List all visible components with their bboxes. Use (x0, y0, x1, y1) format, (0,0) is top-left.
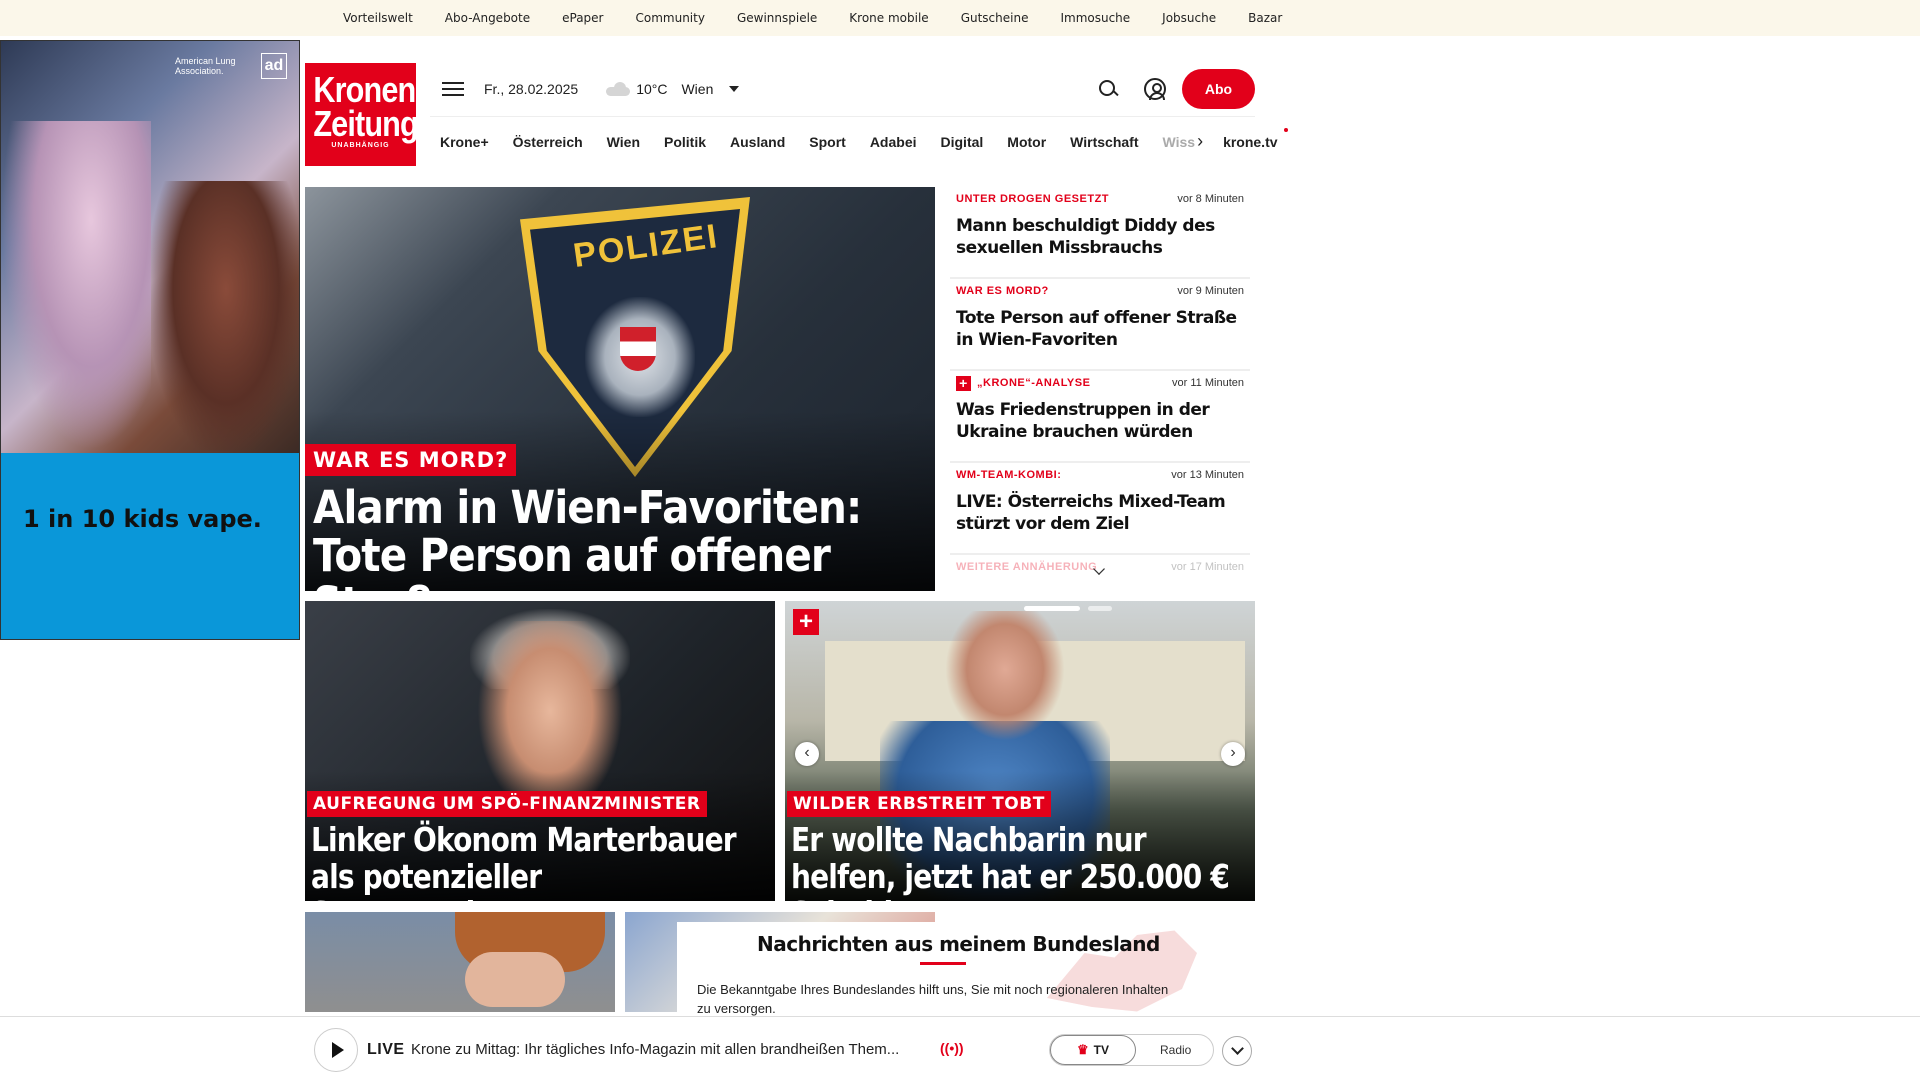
ticker-time: vor 9 Minuten (1177, 285, 1244, 297)
krone-plus-icon: + (793, 609, 819, 635)
nav-item-sport[interactable]: Sport (809, 134, 846, 150)
ticker-kicker: „KRONE“-ANALYSE (977, 377, 1091, 389)
tv-option[interactable]: ♛ TV (1050, 1035, 1136, 1065)
nav-scroll-right-icon[interactable]: › (1197, 131, 1203, 152)
bundesland-title: Nachrichten aus meinem Bundesland (757, 932, 1160, 956)
thumb-photo-hand (465, 952, 565, 1007)
ticker-item[interactable]: WAR ES MORD? vor 9 Minuten Tote Person au… (950, 279, 1250, 371)
article-card-carousel[interactable]: + ‹ › WILDER ERBSTREIT TOBT Er wollte Na… (785, 601, 1255, 901)
user-account-icon[interactable] (1144, 78, 1166, 100)
ticker-headline[interactable]: Mann beschuldigt Diddy des sexuellen Mis… (956, 215, 1244, 259)
tv-label: TV (1093, 1043, 1109, 1057)
kronen-zeitung-logo[interactable]: Kronen Zeitung UNABHÄNGIG (305, 63, 419, 166)
topbar-link-epaper[interactable]: ePaper (562, 11, 603, 25)
card-kicker: AUFREGUNG UM SPÖ-FINANZMINISTER (307, 791, 707, 817)
ticker-kicker: WAR ES MORD? (956, 285, 1049, 297)
krone-plus-icon: + (956, 375, 971, 391)
hero-kicker: WAR ES MORD? (305, 444, 517, 476)
nav-item-adabei[interactable]: Adabei (870, 134, 917, 150)
ad-photo (1, 41, 299, 453)
ad-banner[interactable]: American Lung Association. ad 1 in 10 ki… (0, 40, 300, 640)
ticker-time: vor 17 Minuten (1171, 561, 1244, 573)
cloud-icon (606, 82, 631, 96)
search-icon[interactable] (1098, 79, 1118, 99)
city-selector[interactable]: Wien (681, 81, 713, 97)
ticker-headline[interactable]: LIVE: Österreichs Mixed-Team stürzt vor … (956, 491, 1244, 535)
nav-item-motor[interactable]: Motor (1007, 134, 1046, 150)
expand-player-button[interactable] (1222, 1036, 1252, 1066)
nav-item-krone-plus[interactable]: Krone+ (440, 134, 489, 150)
card-photo-face (945, 611, 1065, 741)
topbar-link-krone-mobile[interactable]: Krone mobile (849, 11, 928, 25)
article-card[interactable]: AUFREGUNG UM SPÖ-FINANZMINISTER Linker Ö… (305, 601, 775, 901)
ticker-item[interactable]: + „KRONE“-ANALYSE vor 11 Minuten Was Fried… (950, 371, 1250, 463)
main-navigation: Krone+ Österreich Wien Politik Ausland S… (430, 116, 1289, 166)
topbar-link-abo-angebote[interactable]: Abo-Angebote (445, 11, 530, 25)
card-headline[interactable]: Er wollte Nachbarin nur helfen, jetzt ha… (791, 821, 1233, 901)
nav-item-wirtschaft[interactable]: Wirtschaft (1070, 134, 1138, 150)
header-actions: Abo (1098, 69, 1255, 109)
top-links-bar: Vorteilswelt Abo-Angebote ePaper Communi… (0, 0, 1920, 36)
ad-person-left (1, 121, 151, 451)
ticker-item[interactable]: UNTER DROGEN GESETZT vor 8 Minuten Mann b… (950, 187, 1250, 279)
chevron-down-icon[interactable] (729, 86, 740, 92)
nav-item-oesterreich[interactable]: Österreich (513, 134, 583, 150)
abo-button[interactable]: Abo (1182, 69, 1255, 109)
ad-headline: 1 in 10 kids vape. (23, 505, 262, 533)
article-thumbnail[interactable] (305, 912, 615, 1012)
ad-message-panel: 1 in 10 kids vape. (1, 453, 299, 639)
ticker-time: vor 13 Minuten (1171, 469, 1244, 481)
nav-item-krone-tv[interactable]: krone.tv (1223, 127, 1289, 150)
temperature: 10°C (636, 81, 668, 97)
current-date: Fr., 28.02.2025 (484, 81, 579, 97)
radio-option[interactable]: Radio (1160, 1043, 1191, 1057)
live-stream-title[interactable]: Krone zu Mittag: Ihr tägliches Info-Maga… (411, 1041, 929, 1058)
austria-shield-icon (620, 327, 656, 371)
nav-item-ausland[interactable]: Ausland (730, 134, 785, 150)
topbar-link-immosuche[interactable]: Immosuche (1060, 11, 1130, 25)
topbar-link-gewinnspiele[interactable]: Gewinnspiele (737, 11, 817, 25)
nav-item-wien[interactable]: Wien (607, 134, 640, 150)
carousel-indicator[interactable] (1088, 606, 1112, 611)
live-label: LIVE (367, 1041, 405, 1058)
news-ticker: UNTER DROGEN GESETZT vor 8 Minuten Mann b… (950, 187, 1250, 573)
card-kicker: WILDER ERBSTREIT TOBT (787, 791, 1051, 817)
ad-person-right (151, 181, 299, 451)
play-button[interactable] (314, 1028, 358, 1072)
topbar-link-jobsuche[interactable]: Jobsuche (1162, 11, 1216, 25)
bundesland-description: Die Bekanntgabe Ihres Bundeslandes hilft… (697, 982, 1169, 1016)
ticker-kicker: UNTER DROGEN GESETZT (956, 193, 1110, 205)
live-player-bar: LIVE Krone zu Mittag: Ihr tägliches Info… (0, 1016, 1920, 1080)
ticker-headline[interactable]: Tote Person auf offener Straße in Wien-F… (956, 307, 1244, 351)
header-bar: Fr., 28.02.2025 10°C Wien Abo (430, 66, 1255, 112)
topbar-link-gutscheine[interactable]: Gutscheine (961, 11, 1029, 25)
american-lung-association-logo: American Lung Association. (175, 56, 236, 76)
crown-icon: ♛ (1077, 1042, 1089, 1057)
ad-council-logo: ad (261, 53, 287, 79)
ad-logos: American Lung Association. ad (175, 53, 287, 79)
logo-line1: Kronen (313, 69, 416, 110)
carousel-prev-button[interactable]: ‹ (795, 742, 819, 766)
card-headline[interactable]: Linker Ökonom Marterbauer als potenziell… (311, 821, 753, 901)
ticker-headline[interactable]: Was Friedenstruppen in der Ukraine brauc… (956, 399, 1244, 443)
topbar-link-community[interactable]: Community (636, 11, 705, 25)
title-underline (920, 962, 966, 965)
nav-item-wissenschaft[interactable]: Wiss (1163, 134, 1196, 150)
topbar-link-bazar[interactable]: Bazar (1248, 11, 1282, 25)
ticker-item[interactable]: WM-TEAM-KOMBI: vor 13 Minuten LIVE: Öster… (950, 463, 1250, 555)
carousel-indicator-active[interactable] (1024, 606, 1080, 611)
topbar-link-vorteilswelt[interactable]: Vorteilswelt (343, 11, 413, 25)
nav-item-digital[interactable]: Digital (941, 134, 984, 150)
ticker-time: vor 8 Minuten (1177, 193, 1244, 205)
ticker-kicker: WM-TEAM-KOMBI: (956, 469, 1062, 481)
carousel-next-button[interactable]: › (1221, 742, 1245, 766)
ticker-kicker: WEITERE ANNÄHERUNG (956, 561, 1098, 573)
ticker-kicker-wrap: + „KRONE“-ANALYSE (956, 375, 1091, 391)
tv-radio-toggle[interactable]: ♛ TV Radio (1049, 1034, 1214, 1066)
hamburger-menu-icon[interactable] (442, 80, 464, 98)
broadcast-icon: ((•)) (940, 1040, 964, 1056)
ticker-time: vor 11 Minuten (1172, 377, 1244, 389)
logo-line2: Zeitung (313, 103, 418, 144)
nav-item-politik[interactable]: Politik (664, 134, 706, 150)
